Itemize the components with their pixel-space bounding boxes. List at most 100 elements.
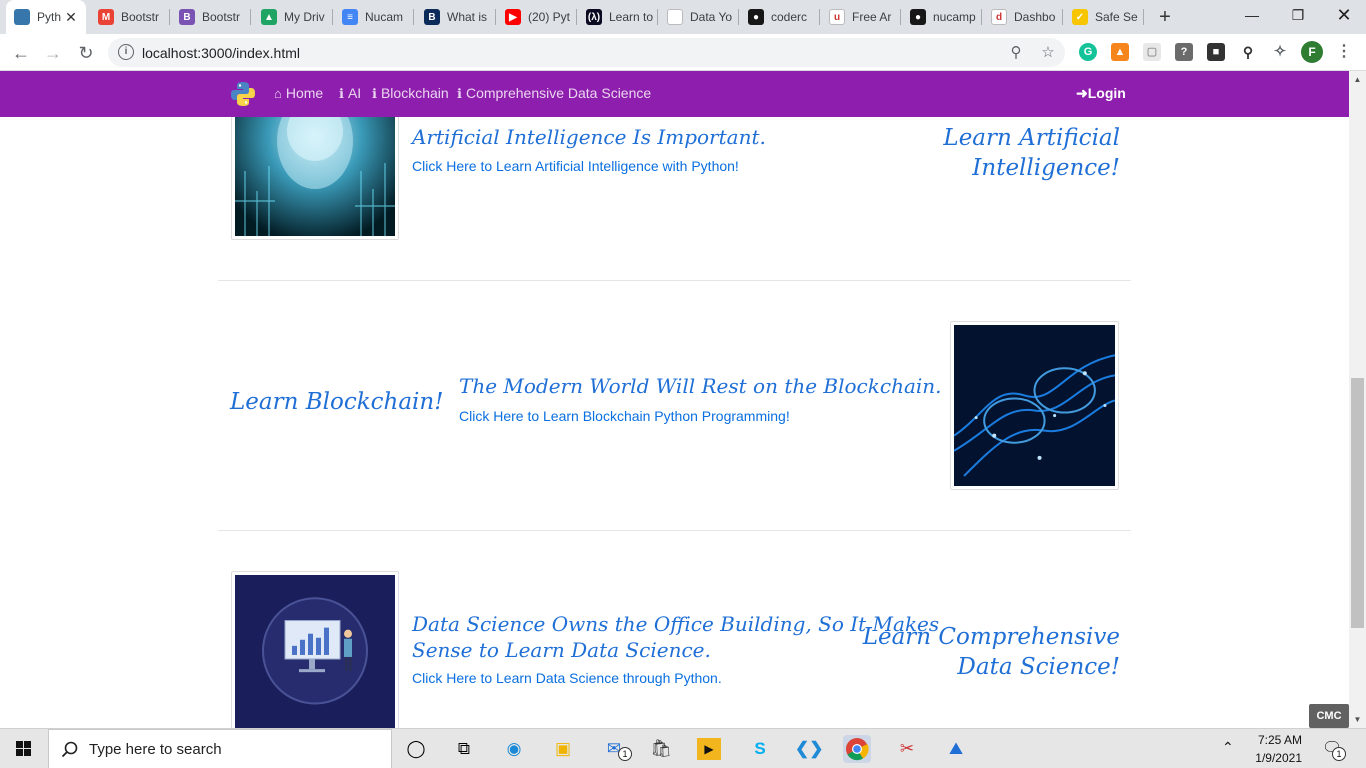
- site-navbar: ⌂ Home ℹ AI ℹ Blockchain ℹ Comprehensive Dat…: [0, 71, 1349, 117]
- browser-tab[interactable]: ✓ Safe Se: [1064, 0, 1144, 34]
- profile-avatar[interactable]: F: [1301, 41, 1323, 63]
- login-link[interactable]: ➜Login: [1076, 85, 1126, 102]
- tab-separator: [738, 9, 739, 25]
- close-tab-icon[interactable]: ✕: [64, 9, 78, 26]
- tab-separator: [657, 9, 658, 25]
- browser-tab[interactable]: Pyth ✕: [6, 0, 86, 34]
- data-science-side-line-1: Learn Comprehensive: [862, 624, 1120, 650]
- browser-tab[interactable]: (λ) Learn to: [578, 0, 658, 34]
- python-logo-icon[interactable]: [230, 81, 256, 107]
- forward-button[interactable]: →: [40, 40, 66, 66]
- clock[interactable]: 7:25 AM 1/9/2021: [1246, 733, 1302, 765]
- screen-extension-icon[interactable]: ■: [1207, 43, 1225, 61]
- browser-tab[interactable]: d Dashbo: [983, 0, 1063, 34]
- cortana-icon[interactable]: ◯: [402, 735, 430, 763]
- page-viewport: ⌂ Home ℹ AI ℹ Blockchain ℹ Comprehensive Dat…: [0, 71, 1349, 728]
- tab-separator: [819, 9, 820, 25]
- grammarly-extension-icon[interactable]: G: [1079, 43, 1097, 61]
- blockchain-image: [953, 325, 1116, 486]
- nav-data-science-label: Comprehensive Data Science: [465, 85, 652, 101]
- tab-title: (20) Pyt: [528, 10, 571, 24]
- scroll-down-arrow-icon[interactable]: ▼: [1349, 711, 1366, 728]
- edge-icon[interactable]: ◉: [500, 735, 528, 763]
- tab-title: coderc: [771, 10, 808, 24]
- address-url[interactable]: localhost:3000/index.html: [142, 45, 300, 61]
- tab-title: Dashbo: [1014, 10, 1056, 24]
- browser-tab[interactable]: u Free Ar: [821, 0, 901, 34]
- browser-tab[interactable]: ● nucamp: [902, 0, 982, 34]
- store-icon[interactable]: 🛍: [647, 735, 675, 763]
- browser-tab[interactable]: B What is: [416, 0, 496, 34]
- nav-home-label: Home: [285, 85, 324, 101]
- browser-tab[interactable]: ≡ Nucam: [334, 0, 414, 34]
- chrome-icon[interactable]: [843, 735, 871, 763]
- data-science-image-card[interactable]: [231, 571, 399, 728]
- site-info-icon[interactable]: i: [118, 44, 134, 60]
- reload-button[interactable]: ↻: [73, 40, 99, 66]
- menu-kebab-icon[interactable]: ⋮: [1335, 43, 1353, 61]
- browser-tab[interactable]: Data Yo: [659, 0, 739, 34]
- notification-center-icon[interactable]: 🗨 1: [1322, 738, 1346, 761]
- mail-badge: 1: [618, 747, 632, 761]
- blank-page-icon: [667, 9, 683, 25]
- photos-icon[interactable]: ⛰: [942, 735, 970, 763]
- chrome-logo-icon: [846, 738, 869, 761]
- browser-tab[interactable]: B Bootstr: [171, 0, 251, 34]
- tab-title: Bootstr: [202, 10, 241, 24]
- browser-tab[interactable]: ▶ (20) Pyt: [497, 0, 577, 34]
- tab-title: Nucam: [365, 10, 404, 24]
- windows-logo-icon: [16, 741, 31, 756]
- browser-tab[interactable]: M Bootstr: [90, 0, 170, 34]
- freecodecamp-icon: (λ): [586, 9, 602, 25]
- search-placeholder: Type here to search: [89, 741, 222, 758]
- taskbar-search-box[interactable]: Type here to search: [48, 729, 392, 768]
- data-science-learn-link[interactable]: Click Here to Learn Data Science through…: [412, 670, 722, 686]
- tab-separator: [332, 9, 333, 25]
- lens-extension-icon[interactable]: ⚲: [1239, 43, 1257, 61]
- mail-icon[interactable]: ✉ 1: [600, 735, 632, 763]
- nav-ai-link[interactable]: ℹ AI: [339, 85, 361, 102]
- norton-check-icon: ✓: [1072, 9, 1088, 25]
- vscode-icon[interactable]: ❮❯: [795, 735, 824, 763]
- tab-title: Pyth: [37, 10, 62, 24]
- media-player-icon[interactable]: ▶: [697, 738, 721, 760]
- browser-toolbar: ← → ↻ i localhost:3000/index.html ⚲ ☆ G …: [0, 34, 1366, 71]
- task-view-icon[interactable]: ⧉: [450, 735, 478, 763]
- bookmark-star-icon[interactable]: ☆: [1038, 43, 1058, 63]
- python-icon: [14, 9, 30, 25]
- page-scrollbar[interactable]: ▲ ▼: [1349, 71, 1366, 728]
- youtube-icon: ▶: [505, 9, 521, 25]
- address-bar[interactable]: i localhost:3000/index.html ⚲ ☆: [108, 38, 1065, 67]
- extensions-puzzle-icon[interactable]: ✧: [1271, 43, 1289, 61]
- nav-blockchain-link[interactable]: ℹ Blockchain: [372, 85, 449, 102]
- ai-learn-link[interactable]: Click Here to Learn Artificial Intellige…: [412, 158, 739, 174]
- metamask-extension-icon[interactable]: ▲: [1111, 43, 1129, 61]
- file-explorer-icon[interactable]: ▣: [549, 735, 577, 763]
- nav-blockchain-label: Blockchain: [380, 85, 449, 101]
- minimize-button[interactable]: —: [1229, 0, 1275, 30]
- clock-time: 7:25 AM: [1257, 733, 1302, 747]
- blank-extension-icon[interactable]: ▢: [1143, 43, 1161, 61]
- blockchain-learn-link[interactable]: Click Here to Learn Blockchain Python Pr…: [459, 408, 790, 424]
- cmc-widget[interactable]: CMC: [1309, 704, 1349, 728]
- browser-tab[interactable]: ▲ My Driv: [253, 0, 333, 34]
- tray-overflow-chevron-icon[interactable]: ⌃: [1222, 739, 1234, 756]
- clock-date: 1/9/2021: [1255, 751, 1302, 765]
- zoom-icon[interactable]: ⚲: [1006, 43, 1026, 63]
- skype-icon[interactable]: S: [746, 735, 774, 763]
- snipping-tool-icon[interactable]: ✂: [893, 735, 921, 763]
- blockchain-image-card[interactable]: [950, 321, 1119, 490]
- scrollbar-thumb[interactable]: [1351, 378, 1364, 628]
- tab-title: Data Yo: [690, 10, 733, 24]
- new-tab-button[interactable]: +: [1154, 6, 1176, 28]
- maximize-button[interactable]: ❐: [1275, 0, 1321, 30]
- start-button[interactable]: [0, 729, 48, 768]
- nav-home-link[interactable]: ⌂ Home: [274, 85, 323, 101]
- scroll-up-arrow-icon[interactable]: ▲: [1349, 71, 1366, 88]
- help-extension-icon[interactable]: ?: [1175, 43, 1193, 61]
- nav-data-science-link[interactable]: ℹ Comprehensive Data Science: [457, 85, 651, 102]
- back-button[interactable]: ←: [8, 40, 34, 66]
- close-window-button[interactable]: ✕: [1321, 0, 1366, 30]
- browser-tab[interactable]: ● coderc: [740, 0, 820, 34]
- tab-separator: [981, 9, 982, 25]
